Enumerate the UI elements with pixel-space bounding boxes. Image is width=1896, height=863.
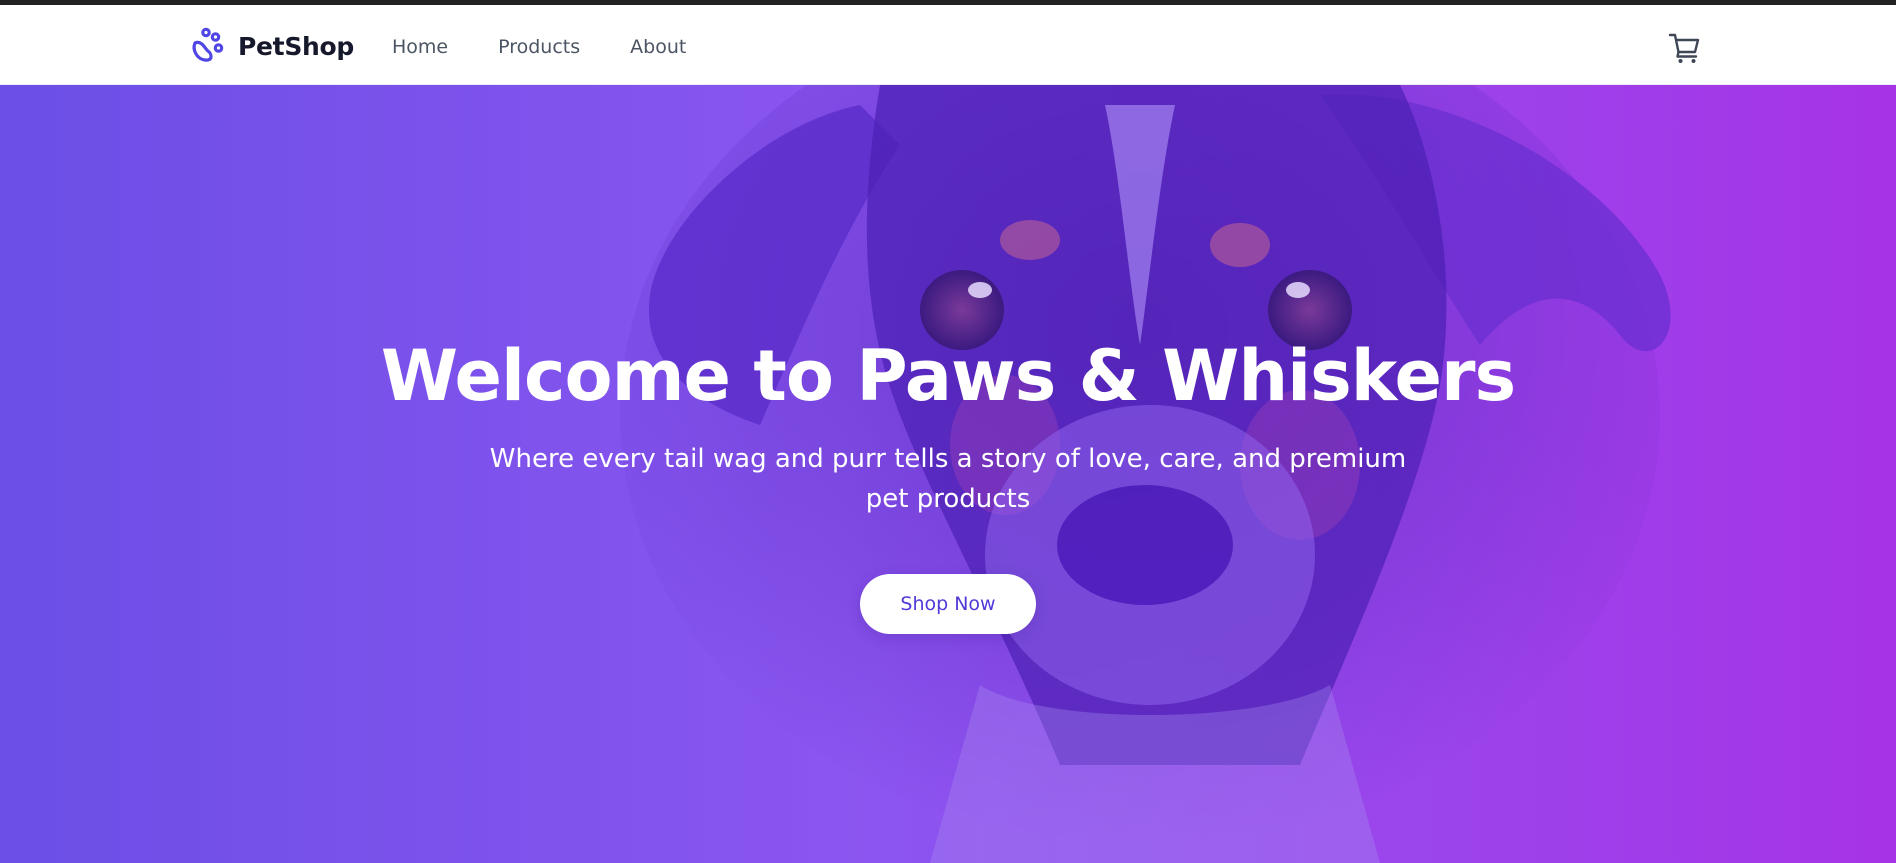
hero-content: Welcome to Paws & Whiskers Where every t… <box>0 335 1896 634</box>
main-nav: Home Products About <box>392 36 686 58</box>
hero-section: Welcome to Paws & Whiskers Where every t… <box>0 85 1896 863</box>
brand-name: PetShop <box>238 31 355 61</box>
cart-button[interactable] <box>1668 31 1702 65</box>
nav-link-home[interactable]: Home <box>392 36 448 58</box>
shopping-cart-icon <box>1668 33 1700 63</box>
paw-icon <box>192 27 224 62</box>
hero-title: Welcome to Paws & Whiskers <box>380 335 1516 417</box>
nav-link-products[interactable]: Products <box>498 36 580 58</box>
brand-logo[interactable]: PetShop <box>190 26 354 66</box>
nav-link-about[interactable]: About <box>630 36 686 58</box>
shop-now-button[interactable]: Shop Now <box>860 574 1036 634</box>
hero-subtitle: Where every tail wag and purr tells a st… <box>489 444 1407 514</box>
navbar: PetShop Home Products About <box>0 5 1896 85</box>
